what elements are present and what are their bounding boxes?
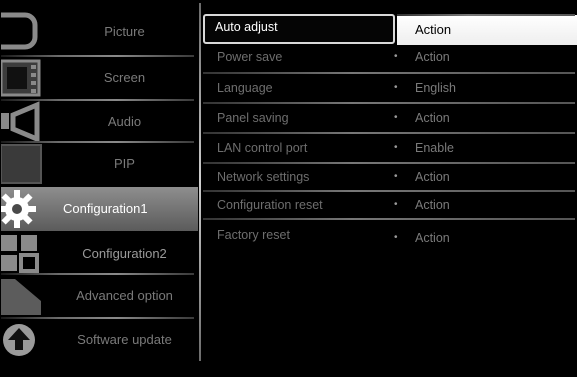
bullet-icon: • xyxy=(394,142,398,153)
setting-name: Network settings xyxy=(217,170,310,184)
setting-value[interactable]: Action xyxy=(415,15,451,45)
sidebar-item-screen[interactable]: Screen xyxy=(0,57,198,99)
setting-row-lan-control-port[interactable]: LAN control port • Enable xyxy=(201,133,576,163)
setting-name: Auto adjust xyxy=(215,20,278,34)
sidebar-item-label: Screen xyxy=(103,70,146,85)
setting-row-language[interactable]: Language • English xyxy=(201,73,576,103)
sidebar-item-picture[interactable]: Picture xyxy=(0,11,198,53)
setting-row-network-settings[interactable]: Network settings • Action xyxy=(201,162,576,192)
filmstrip-icon xyxy=(0,57,43,99)
setting-name: Configuration reset xyxy=(217,198,323,212)
setting-name: Power save xyxy=(217,50,283,64)
setting-name: Panel saving xyxy=(217,111,289,125)
sidebar-item-audio[interactable]: Audio xyxy=(1,101,198,143)
bullet-icon: • xyxy=(394,232,398,243)
bullet-icon: • xyxy=(394,82,398,93)
sidebar-item-configuration2[interactable]: Configuration2 xyxy=(1,233,198,275)
sidebar-item-configuration1[interactable]: Configuration1 xyxy=(0,187,198,231)
setting-value[interactable]: Enable xyxy=(415,133,454,163)
setting-row-auto-adjust[interactable]: Auto adjust Action xyxy=(201,14,577,45)
advanced-option-icon xyxy=(1,275,43,317)
sidebar-item-label: Configuration1 xyxy=(63,201,148,216)
bullet-icon: • xyxy=(394,51,398,62)
sidebar-item-label: Picture xyxy=(104,24,145,39)
bullet-icon: • xyxy=(394,171,398,182)
bullet-icon: • xyxy=(394,199,398,210)
sidebar-item-advanced-option[interactable]: Advanced option xyxy=(1,275,198,317)
setting-name: Factory reset xyxy=(217,228,290,242)
sidebar-item-label: Audio xyxy=(107,114,142,129)
category-sidebar: Picture Screen Audio PIP Configuration1 … xyxy=(0,1,201,376)
monitor-icon xyxy=(0,11,43,53)
sidebar-item-software-update[interactable]: Software update xyxy=(1,319,198,361)
sidebar-item-label: PIP xyxy=(114,156,135,171)
setting-value[interactable]: English xyxy=(415,73,456,103)
setting-row-configuration-reset[interactable]: Configuration reset • Action xyxy=(201,190,576,220)
gear-icon xyxy=(0,187,43,231)
setting-row-panel-saving[interactable]: Panel saving • Action xyxy=(201,103,576,133)
row-divider xyxy=(397,14,575,16)
speaker-icon xyxy=(1,101,43,143)
upload-arrow-icon xyxy=(1,319,43,361)
sidebar-item-label: Advanced option xyxy=(76,288,173,303)
setting-value[interactable]: Action xyxy=(415,162,450,192)
sidebar-item-label: Configuration2 xyxy=(82,246,167,261)
sidebar-item-pip[interactable]: PIP xyxy=(0,143,198,185)
bullet-icon: • xyxy=(394,112,398,123)
osd-menu: Picture Screen Audio PIP Configuration1 … xyxy=(0,1,577,376)
setting-value[interactable]: Action xyxy=(415,42,450,72)
sidebar-item-label: Software update xyxy=(77,332,172,347)
setting-row-power-save[interactable]: Power save • Action xyxy=(201,42,576,72)
setting-name: Language xyxy=(217,81,273,95)
setting-name: LAN control port xyxy=(217,141,308,155)
setting-value[interactable]: Action xyxy=(415,190,450,220)
grid-config-icon xyxy=(1,233,43,275)
setting-value[interactable]: Action xyxy=(415,103,450,133)
setting-row-factory-reset[interactable]: Factory reset • Action xyxy=(201,220,576,250)
pip-icon xyxy=(0,143,43,185)
setting-value[interactable]: Action xyxy=(415,223,450,253)
